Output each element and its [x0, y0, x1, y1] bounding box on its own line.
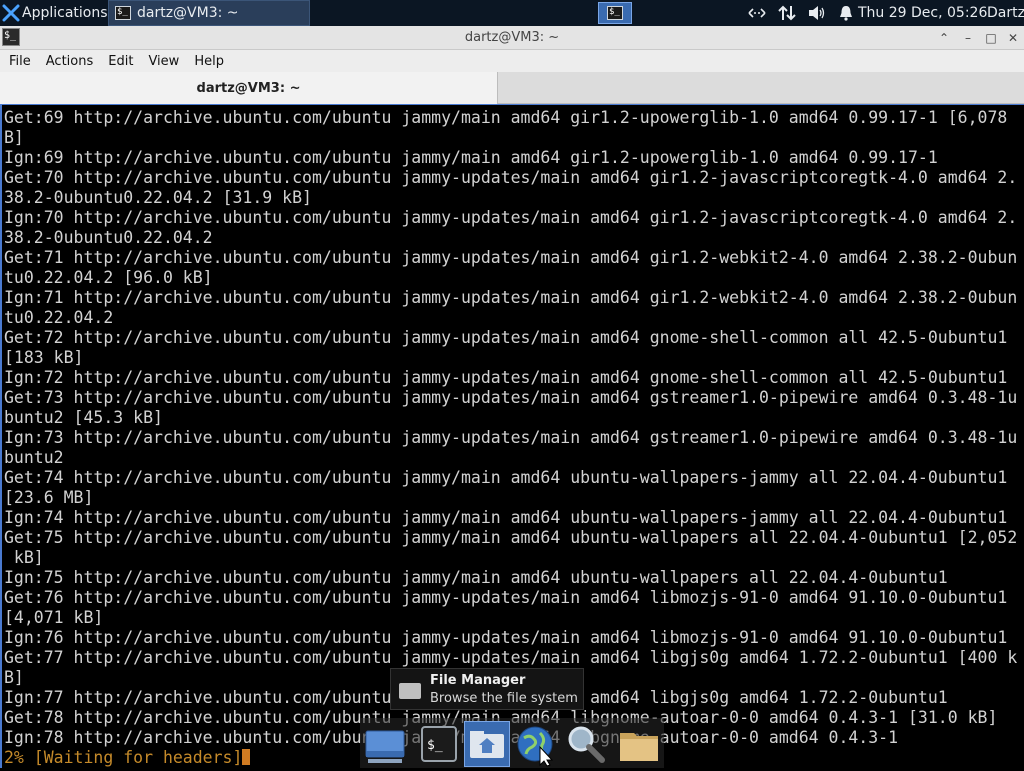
- app-finder-search-icon[interactable]: [562, 721, 608, 767]
- menu-edit[interactable]: Edit: [99, 54, 139, 69]
- maximize-button[interactable]: □: [982, 29, 1000, 47]
- minimize-button[interactable]: –: [959, 29, 977, 47]
- terminal-line: Ign:74 http://archive.ubuntu.com/ubuntu …: [4, 508, 1008, 527]
- terminal-line: kB]: [4, 548, 44, 567]
- volume-icon[interactable]: [808, 5, 826, 21]
- tooltip-description: Browse the file system: [430, 691, 578, 706]
- applications-label: Applications: [22, 5, 108, 21]
- file-manager-tooltip: File Manager Browse the file system: [390, 668, 584, 710]
- system-tray: [748, 0, 854, 26]
- home-folder-icon[interactable]: [464, 721, 510, 767]
- terminal-line: Get:69 http://archive.ubuntu.com/ubuntu …: [4, 108, 1008, 127]
- terminal-line: Get:74 http://archive.ubuntu.com/ubuntu …: [4, 468, 1008, 487]
- close-button[interactable]: ✕: [1004, 29, 1022, 47]
- window-titlebar[interactable]: $_ dartz@VM3: ~ ⌃ – □ ✕: [0, 26, 1024, 50]
- taskbar-terminal-window[interactable]: $_ dartz@VM3: ~: [108, 0, 310, 26]
- window-title: dartz@VM3: ~: [464, 30, 560, 45]
- panel-user-menu[interactable]: Dartz: [987, 0, 1024, 26]
- applications-menu-button[interactable]: Applications: [0, 0, 114, 26]
- terminal-line: B]: [4, 128, 24, 147]
- menu-view[interactable]: View: [139, 54, 185, 69]
- file-manager-icon: [399, 683, 421, 699]
- terminal-line: Ign:72 http://archive.ubuntu.com/ubuntu …: [4, 368, 1008, 387]
- terminal-line: Ign:75 http://archive.ubuntu.com/ubuntu …: [4, 568, 948, 587]
- workspace-switcher[interactable]: $_: [598, 2, 632, 24]
- terminal-icon[interactable]: $_: [416, 721, 462, 767]
- terminal-line: Ign:70 http://archive.ubuntu.com/ubuntu …: [4, 208, 1018, 227]
- terminal-line: Ign:76 http://archive.ubuntu.com/ubuntu …: [4, 628, 1008, 647]
- terminal-line: [23.6 MB]: [4, 488, 94, 507]
- menu-actions[interactable]: Actions: [37, 54, 100, 69]
- menu-help[interactable]: Help: [185, 54, 230, 69]
- terminal-line: [183 kB]: [4, 348, 84, 367]
- terminal-line: 38.2-0ubuntu0.22.04.2: [4, 228, 213, 247]
- terminal-line: Ign:71 http://archive.ubuntu.com/ubuntu …: [4, 288, 1018, 307]
- terminal-line: buntu2 [45.3 kB]: [4, 408, 163, 427]
- terminal-line: Get:73 http://archive.ubuntu.com/ubuntu …: [4, 388, 1018, 407]
- menu-file[interactable]: File: [0, 54, 37, 69]
- terminal-line: Get:70 http://archive.ubuntu.com/ubuntu …: [4, 168, 1018, 187]
- svg-text:$_: $_: [427, 738, 443, 753]
- tab-bar: dartz@VM3: ~: [0, 72, 1024, 104]
- chevron-up-icon[interactable]: ⌃: [935, 29, 953, 47]
- terminal-output: Get:69 http://archive.ubuntu.com/ubuntu …: [4, 108, 1017, 748]
- terminal-status-text: 2% [Waiting for headers]: [4, 748, 243, 767]
- top-panel: Applications $_ dartz@VM3: ~ $_ Thu 29 D…: [0, 0, 1024, 26]
- terminal-line: buntu2: [4, 448, 64, 467]
- web-browser-icon[interactable]: [512, 721, 558, 767]
- terminal-cursor: [242, 749, 251, 765]
- terminal-icon: $_: [115, 6, 131, 20]
- terminal-line: Get:76 http://archive.ubuntu.com/ubuntu …: [4, 588, 1008, 607]
- terminal-line: Ign:73 http://archive.ubuntu.com/ubuntu …: [4, 428, 1018, 447]
- taskbar-window-label: dartz@VM3: ~: [137, 5, 239, 21]
- panel-clock[interactable]: Thu 29 Dec, 05:26: [858, 0, 987, 26]
- menu-bar: File Actions Edit View Help: [0, 50, 1024, 72]
- terminal-line: [4,071 kB]: [4, 608, 104, 627]
- dock: $_: [360, 718, 664, 768]
- terminal-line: tu0.22.04.2 [96.0 kB]: [4, 268, 213, 287]
- terminal-progress-line: 2% [Waiting for headers]: [4, 748, 251, 768]
- network-arrows-icon[interactable]: [748, 6, 766, 20]
- xfce-logo-icon: [2, 4, 20, 22]
- show-desktop-icon[interactable]: [362, 721, 408, 767]
- terminal-line: Get:77 http://archive.ubuntu.com/ubuntu …: [4, 648, 1018, 667]
- terminal-icon: $_: [607, 6, 623, 20]
- tab-terminal[interactable]: dartz@VM3: ~: [0, 72, 498, 104]
- terminal-line: 38.2-0ubuntu0.22.04.2 [31.9 kB]: [4, 188, 312, 207]
- network-transfer-icon[interactable]: [778, 4, 796, 22]
- terminal-line: Get:71 http://archive.ubuntu.com/ubuntu …: [4, 248, 1018, 267]
- tooltip-title: File Manager: [430, 673, 526, 688]
- files-folder-icon[interactable]: [616, 721, 662, 767]
- terminal-line: Get:75 http://archive.ubuntu.com/ubuntu …: [4, 528, 1018, 547]
- terminal-line: tu0.22.04.2: [4, 308, 114, 327]
- terminal-line: Ign:69 http://archive.ubuntu.com/ubuntu …: [4, 148, 938, 167]
- notification-bell-icon[interactable]: [838, 5, 854, 21]
- terminal-line: Get:72 http://archive.ubuntu.com/ubuntu …: [4, 328, 1008, 347]
